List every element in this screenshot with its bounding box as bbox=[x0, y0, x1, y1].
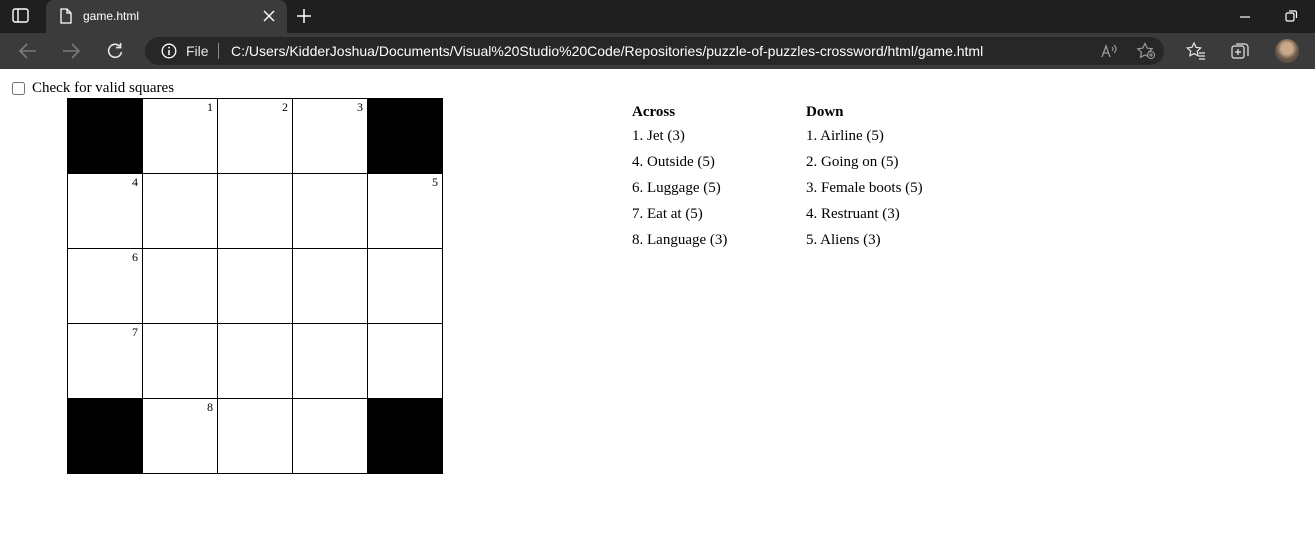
add-favorite-icon[interactable] bbox=[1136, 42, 1156, 60]
restore-icon[interactable] bbox=[1284, 9, 1298, 23]
across-heading: Across bbox=[632, 104, 676, 120]
across-clue: 7. Eat at (5) bbox=[632, 206, 703, 222]
read-aloud-icon[interactable] bbox=[1100, 43, 1118, 59]
crossword-square[interactable]: 6 bbox=[68, 249, 143, 324]
clue-number: 7 bbox=[132, 325, 138, 339]
block-square bbox=[368, 99, 443, 174]
crossword-square[interactable] bbox=[218, 174, 293, 249]
clue-number: 6 bbox=[132, 250, 138, 264]
page-icon bbox=[59, 8, 73, 24]
info-icon[interactable] bbox=[161, 43, 177, 59]
down-clue: 3. Female boots (5) bbox=[806, 180, 923, 196]
refresh-icon[interactable] bbox=[106, 42, 126, 60]
browser-toolbar: File C:/Users/KidderJoshua/Documents/Vis… bbox=[0, 33, 1315, 69]
browser-tab-bar: game.html bbox=[0, 0, 1315, 33]
crossword-square[interactable] bbox=[143, 249, 218, 324]
plus-icon[interactable] bbox=[296, 8, 312, 24]
address-url[interactable]: C:/Users/KidderJoshua/Documents/Visual%2… bbox=[231, 43, 983, 59]
down-clue: 5. Aliens (3) bbox=[806, 232, 881, 248]
address-scheme: File bbox=[186, 43, 209, 59]
valid-squares-toggle[interactable]: Check for valid squares bbox=[12, 80, 174, 97]
crossword-square[interactable]: 7 bbox=[68, 324, 143, 399]
minimize-icon[interactable] bbox=[1238, 10, 1252, 24]
crossword-square[interactable]: 1 bbox=[143, 99, 218, 174]
valid-squares-checkbox[interactable] bbox=[12, 82, 25, 95]
favorites-icon[interactable] bbox=[1185, 41, 1206, 61]
crossword-square[interactable] bbox=[143, 324, 218, 399]
down-clue: 2. Going on (5) bbox=[806, 154, 899, 170]
across-clue: 4. Outside (5) bbox=[632, 154, 715, 170]
crossword-square[interactable] bbox=[293, 324, 368, 399]
tab-actions-icon[interactable] bbox=[12, 8, 30, 24]
crossword-square[interactable] bbox=[218, 324, 293, 399]
profile-avatar[interactable] bbox=[1275, 39, 1299, 63]
crossword-square[interactable]: 8 bbox=[143, 399, 218, 474]
clue-number: 2 bbox=[282, 100, 288, 114]
crossword-square[interactable]: 5 bbox=[368, 174, 443, 249]
forward-icon[interactable] bbox=[61, 42, 81, 60]
block-square bbox=[68, 399, 143, 474]
collections-icon[interactable] bbox=[1230, 41, 1250, 61]
crossword-square[interactable] bbox=[368, 324, 443, 399]
clue-number: 3 bbox=[357, 100, 363, 114]
address-bar[interactable]: File C:/Users/KidderJoshua/Documents/Vis… bbox=[145, 37, 1164, 65]
crossword-square[interactable] bbox=[293, 249, 368, 324]
clue-number: 5 bbox=[432, 175, 438, 189]
crossword-square[interactable]: 4 bbox=[68, 174, 143, 249]
clue-number: 8 bbox=[207, 400, 213, 414]
down-clue: 1. Airline (5) bbox=[806, 128, 884, 144]
tab-game-html[interactable]: game.html bbox=[46, 0, 287, 33]
address-separator bbox=[218, 43, 219, 59]
crossword-grid: 1 2 3 4 5 6 7 8 bbox=[67, 98, 443, 474]
down-clues: Down 1. Airline (5) 2. Going on (5) 3. F… bbox=[806, 101, 923, 253]
clue-number: 4 bbox=[132, 175, 138, 189]
crossword-square[interactable] bbox=[218, 399, 293, 474]
crossword-square[interactable] bbox=[368, 249, 443, 324]
crossword-square[interactable] bbox=[218, 249, 293, 324]
across-clue: 1. Jet (3) bbox=[632, 128, 685, 144]
clue-number: 1 bbox=[207, 100, 213, 114]
close-icon[interactable] bbox=[263, 10, 275, 22]
valid-squares-label: Check for valid squares bbox=[32, 80, 175, 96]
crossword-square[interactable]: 3 bbox=[293, 99, 368, 174]
across-clue: 6. Luggage (5) bbox=[632, 180, 721, 196]
block-square bbox=[368, 399, 443, 474]
down-clue: 4. Restruant (3) bbox=[806, 206, 900, 222]
tab-title: game.html bbox=[83, 9, 140, 23]
crossword-square[interactable] bbox=[143, 174, 218, 249]
back-icon[interactable] bbox=[18, 42, 38, 60]
crossword-square[interactable] bbox=[293, 399, 368, 474]
crossword-square[interactable]: 2 bbox=[218, 99, 293, 174]
across-clue: 8. Language (3) bbox=[632, 232, 728, 248]
crossword-square[interactable] bbox=[293, 174, 368, 249]
block-square bbox=[68, 99, 143, 174]
across-clues: Across 1. Jet (3) 4. Outside (5) 6. Lugg… bbox=[632, 101, 727, 253]
down-heading: Down bbox=[806, 104, 844, 120]
